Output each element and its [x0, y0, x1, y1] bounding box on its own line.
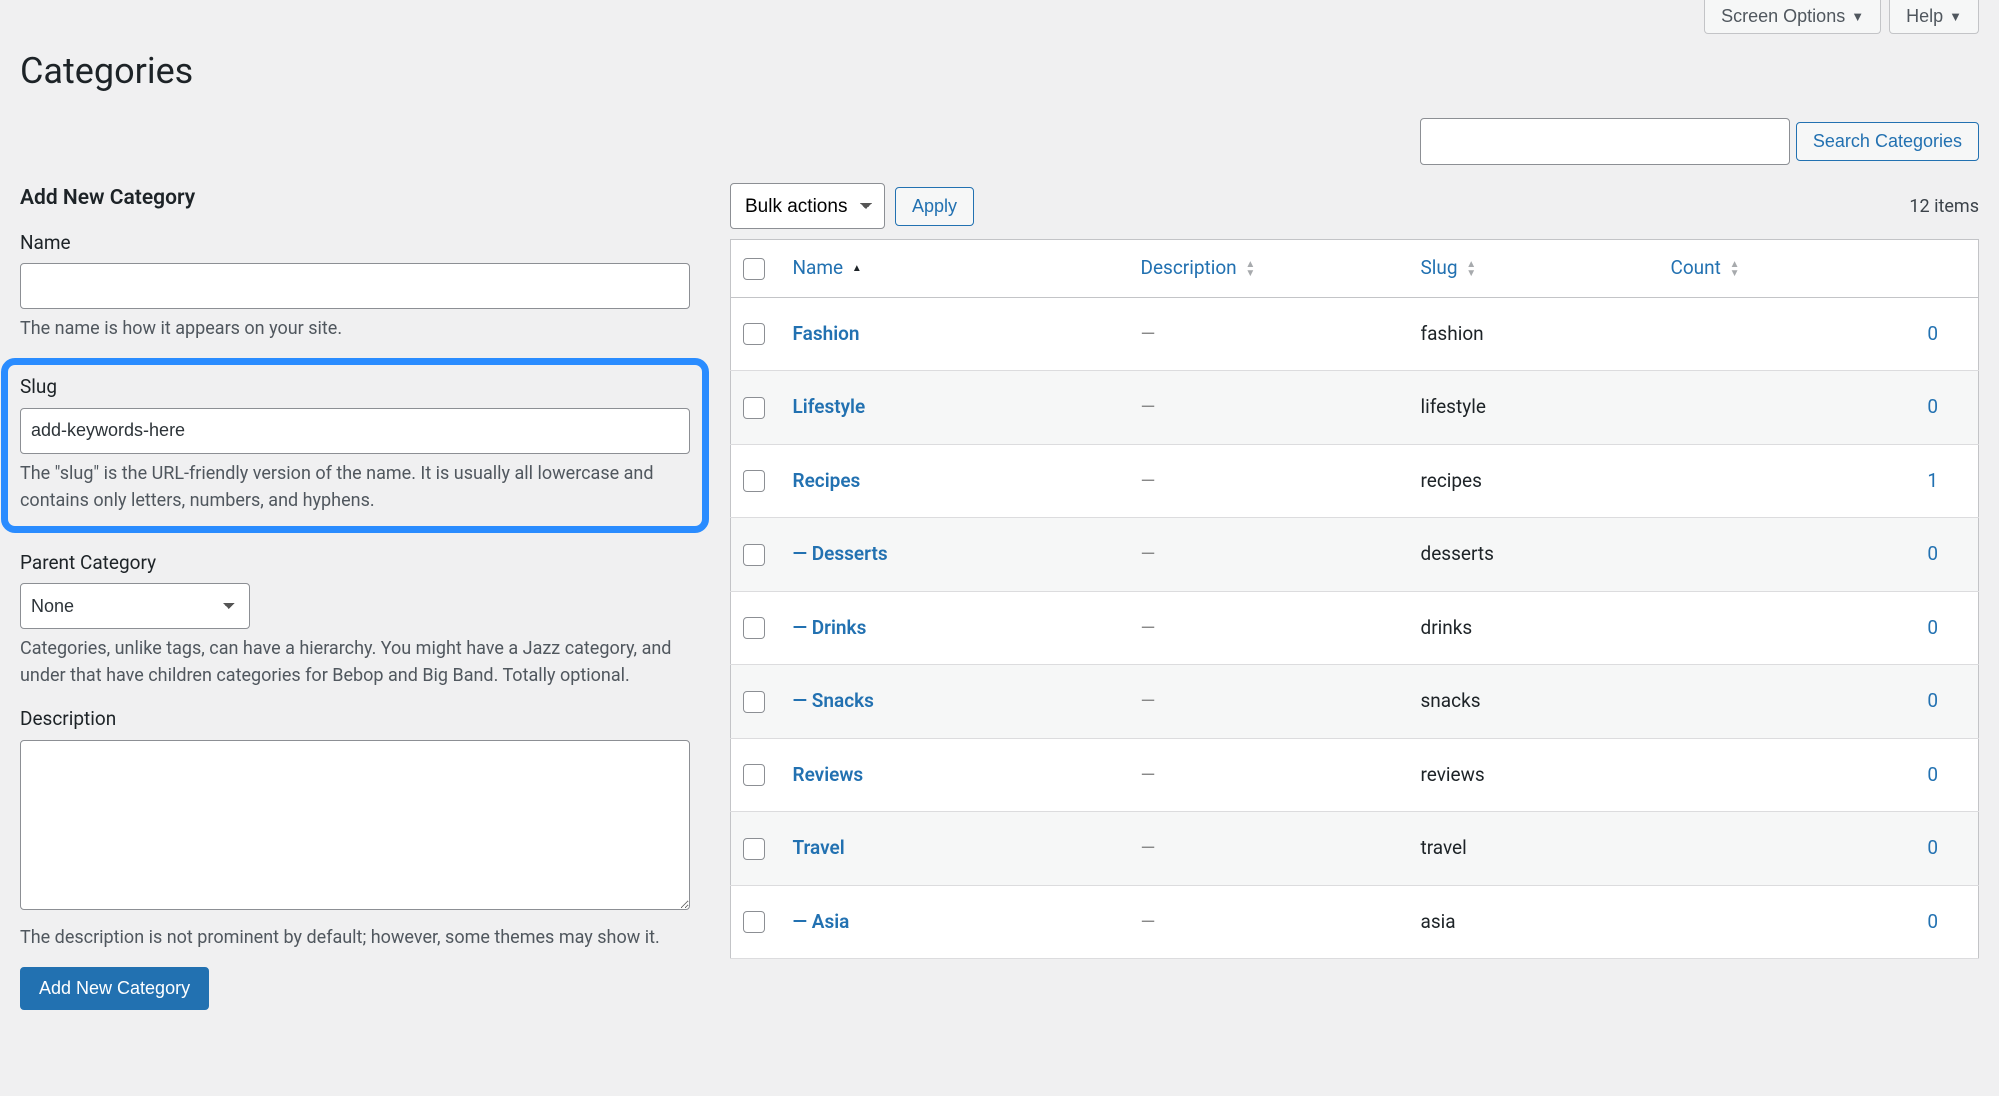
column-header-description-label: Description	[1140, 256, 1236, 279]
items-count: 12 items	[1909, 193, 1979, 220]
row-checkbox[interactable]	[743, 691, 765, 713]
add-category-heading: Add New Category	[20, 183, 690, 215]
column-header-name-label: Name	[793, 256, 844, 279]
description-label: Description	[20, 705, 690, 734]
row-checkbox[interactable]	[743, 544, 765, 566]
page-title: Categories	[20, 44, 1979, 98]
table-row: Reviews —reviews 0	[731, 738, 1979, 812]
category-description: —	[1128, 738, 1408, 812]
category-name-link[interactable]: — Desserts	[793, 542, 888, 565]
column-header-slug-label: Slug	[1420, 256, 1457, 279]
category-name-link[interactable]: — Snacks	[793, 689, 874, 712]
parent-category-help: Categories, unlike tags, can have a hier…	[20, 635, 690, 689]
category-description: —	[1128, 371, 1408, 445]
category-count-link[interactable]: 0	[1927, 616, 1938, 639]
parent-category-select[interactable]: None	[20, 583, 250, 629]
sort-icon: ▲▼	[1245, 260, 1255, 278]
column-header-slug[interactable]: Slug ▲▼	[1408, 240, 1658, 298]
category-name-link[interactable]: — Drinks	[793, 616, 867, 639]
category-slug: asia	[1408, 885, 1658, 959]
category-slug: drinks	[1408, 591, 1658, 665]
category-description: —	[1128, 591, 1408, 665]
add-new-category-button[interactable]: Add New Category	[20, 967, 209, 1010]
category-description: —	[1128, 518, 1408, 592]
table-row: Travel —travel 0	[731, 812, 1979, 886]
category-description: —	[1128, 444, 1408, 518]
slug-highlight-box: Slug The "slug" is the URL-friendly vers…	[1, 358, 709, 533]
table-row: — Snacks —snacks 0	[731, 665, 1979, 739]
category-name-link[interactable]: — Asia	[793, 910, 850, 933]
search-categories-button[interactable]: Search Categories	[1796, 122, 1979, 161]
parent-category-label: Parent Category	[20, 549, 690, 578]
row-checkbox[interactable]	[743, 617, 765, 639]
category-slug: fashion	[1408, 297, 1658, 371]
screen-options-button[interactable]: Screen Options ▼	[1704, 0, 1881, 34]
sort-icon: ▲▼	[1466, 260, 1476, 278]
category-name-link[interactable]: Lifestyle	[793, 395, 866, 418]
row-checkbox[interactable]	[743, 323, 765, 345]
column-header-description[interactable]: Description ▲▼	[1128, 240, 1408, 298]
table-row: Lifestyle —lifestyle 0	[731, 371, 1979, 445]
category-count-link[interactable]: 0	[1927, 763, 1938, 786]
category-count-link[interactable]: 0	[1927, 322, 1938, 345]
table-row: Recipes —recipes 1	[731, 444, 1979, 518]
bulk-actions-select[interactable]: Bulk actions	[730, 183, 885, 229]
category-name-link[interactable]: Travel	[793, 836, 845, 859]
search-input[interactable]	[1420, 118, 1790, 165]
category-slug: reviews	[1408, 738, 1658, 812]
column-header-count-label: Count	[1670, 256, 1720, 279]
row-checkbox[interactable]	[743, 397, 765, 419]
description-textarea[interactable]	[20, 740, 690, 910]
table-row: — Drinks —drinks 0	[731, 591, 1979, 665]
categories-table: Name ▲ Description ▲▼ Slug ▲▼ Count	[730, 239, 1979, 959]
column-header-name[interactable]: Name ▲	[781, 240, 1129, 298]
slug-input[interactable]	[20, 408, 690, 454]
category-name-link[interactable]: Reviews	[793, 763, 864, 786]
apply-button[interactable]: Apply	[895, 187, 974, 226]
chevron-down-icon: ▼	[1851, 9, 1864, 24]
row-checkbox[interactable]	[743, 470, 765, 492]
category-count-link[interactable]: 0	[1927, 689, 1938, 712]
category-slug: snacks	[1408, 665, 1658, 739]
row-checkbox[interactable]	[743, 838, 765, 860]
table-row: — Asia —asia 0	[731, 885, 1979, 959]
name-input[interactable]	[20, 263, 690, 309]
category-slug: desserts	[1408, 518, 1658, 592]
sort-icon: ▲▼	[1730, 260, 1740, 278]
category-slug: lifestyle	[1408, 371, 1658, 445]
category-slug: recipes	[1408, 444, 1658, 518]
category-name-link[interactable]: Recipes	[793, 469, 861, 492]
category-count-link[interactable]: 1	[1927, 469, 1938, 492]
category-count-link[interactable]: 0	[1927, 542, 1938, 565]
screen-options-label: Screen Options	[1721, 6, 1845, 27]
select-all-checkbox[interactable]	[743, 258, 765, 280]
description-help: The description is not prominent by defa…	[20, 924, 690, 951]
sort-icon: ▲	[852, 264, 862, 273]
category-description: —	[1128, 297, 1408, 371]
category-count-link[interactable]: 0	[1927, 395, 1938, 418]
chevron-down-icon: ▼	[1949, 9, 1962, 24]
category-description: —	[1128, 665, 1408, 739]
name-help: The name is how it appears on your site.	[20, 315, 690, 342]
table-row: Fashion —fashion 0	[731, 297, 1979, 371]
name-label: Name	[20, 229, 690, 258]
row-checkbox[interactable]	[743, 764, 765, 786]
slug-help: The "slug" is the URL-friendly version o…	[20, 460, 690, 514]
slug-label: Slug	[20, 373, 690, 402]
column-header-count[interactable]: Count ▲▼	[1658, 240, 1978, 298]
category-slug: travel	[1408, 812, 1658, 886]
table-row: — Desserts —desserts 0	[731, 518, 1979, 592]
category-count-link[interactable]: 0	[1927, 836, 1938, 859]
help-label: Help	[1906, 6, 1943, 27]
category-description: —	[1128, 812, 1408, 886]
category-count-link[interactable]: 0	[1927, 910, 1938, 933]
category-name-link[interactable]: Fashion	[793, 322, 860, 345]
category-description: —	[1128, 885, 1408, 959]
row-checkbox[interactable]	[743, 911, 765, 933]
help-button[interactable]: Help ▼	[1889, 0, 1979, 34]
